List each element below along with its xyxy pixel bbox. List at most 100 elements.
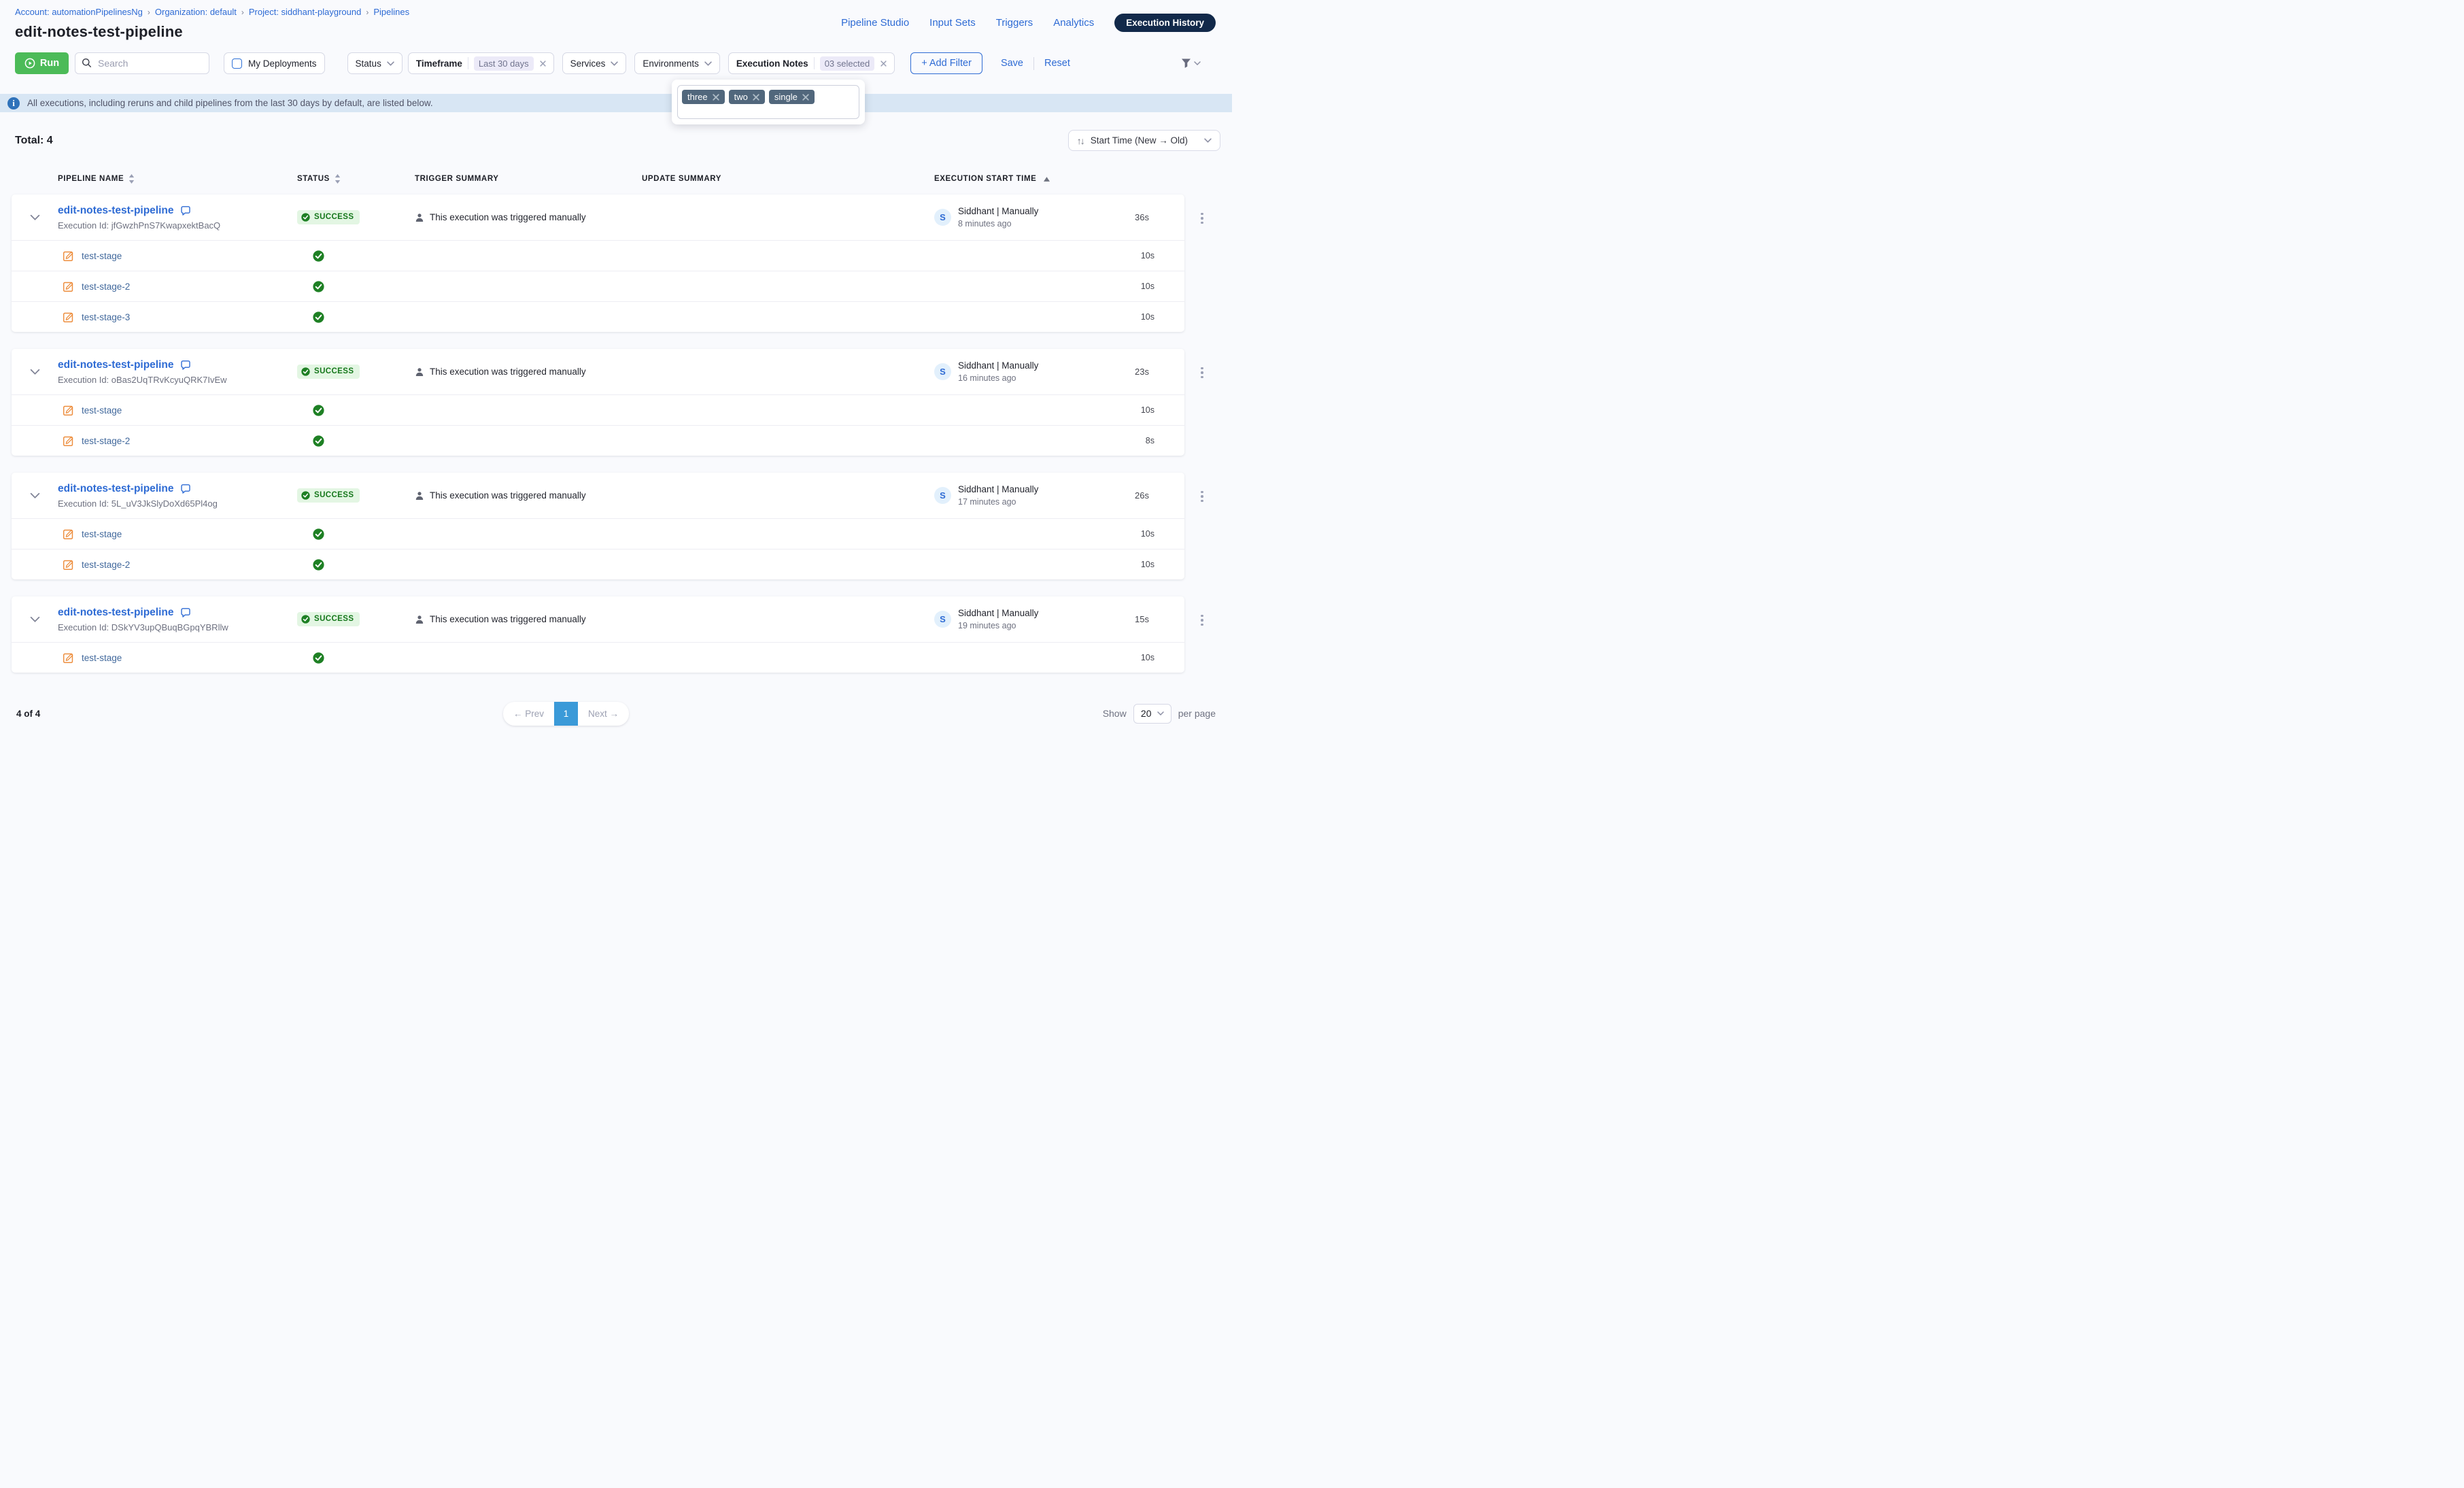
breadcrumb-account[interactable]: Account: automationPipelinesNg (15, 7, 143, 17)
tab-input-sets[interactable]: Input Sets (929, 17, 976, 29)
stage-row[interactable]: test-stage 10s (12, 642, 1184, 673)
stage-duration: 10s (1141, 560, 1184, 569)
execution-card: edit-notes-test-pipeline Execution Id: j… (12, 195, 1184, 332)
stage-name-link[interactable]: test-stage-2 (82, 560, 130, 570)
execution-card: edit-notes-test-pipeline Execution Id: D… (12, 596, 1184, 673)
stage-name-link[interactable]: test-stage (82, 251, 122, 261)
stage-row[interactable]: test-stage 10s (12, 394, 1184, 425)
header-trigger-summary: TRIGGER SUMMARY (415, 175, 642, 183)
footer: 4 of 4 ← Prev 1 Next → Show 20 per page (16, 701, 1216, 726)
close-icon[interactable] (802, 94, 809, 101)
tab-pipeline-studio[interactable]: Pipeline Studio (841, 17, 909, 29)
sort-dropdown[interactable]: ↑↓ Start Time (New → Old) (1068, 130, 1220, 151)
stage-name-link[interactable]: test-stage-2 (82, 282, 130, 292)
filter-menu-button[interactable] (1180, 58, 1201, 69)
timeframe-value: Last 30 days (474, 56, 534, 71)
row-menu-button[interactable] (1195, 365, 1210, 380)
page-number-1[interactable]: 1 (554, 702, 578, 726)
time-ago: 8 minutes ago (958, 219, 1038, 229)
row-menu-button[interactable] (1195, 211, 1210, 226)
stage-list: test-stage 10s test-stage-2 10s test-s (12, 240, 1184, 332)
comment-icon[interactable] (180, 205, 191, 216)
header-execution-start-time[interactable]: EXECUTION START TIME (934, 175, 1111, 183)
services-filter[interactable]: Services (562, 52, 627, 74)
close-icon[interactable] (880, 61, 887, 67)
row-menu-button[interactable] (1195, 613, 1210, 628)
stage-row[interactable]: test-stage-2 8s (12, 425, 1184, 456)
comment-icon[interactable] (180, 607, 191, 618)
prev-page-button[interactable]: ← Prev (503, 702, 554, 726)
breadcrumb-organization[interactable]: Organization: default (155, 7, 237, 17)
stage-name-link[interactable]: test-stage (82, 653, 122, 663)
time-ago: 19 minutes ago (958, 621, 1038, 630)
stage-row[interactable]: test-stage-2 10s (12, 271, 1184, 301)
pipeline-name-link[interactable]: edit-notes-test-pipeline (58, 483, 174, 495)
status-badge: SUCCESS (297, 365, 360, 379)
environments-filter[interactable]: Environments (634, 52, 720, 74)
stage-name-link[interactable]: test-stage (82, 529, 122, 539)
search-input[interactable] (75, 52, 209, 74)
comment-icon[interactable] (180, 484, 191, 494)
person-icon (415, 615, 424, 624)
edit-stage-icon (63, 250, 74, 262)
check-circle-icon (301, 213, 310, 222)
expand-chevron-icon[interactable] (12, 616, 58, 623)
avatar: S (934, 487, 951, 504)
person-icon (415, 213, 424, 222)
comment-icon[interactable] (180, 360, 191, 371)
breadcrumb-project[interactable]: Project: siddhant-playground (249, 7, 362, 17)
stage-name-link[interactable]: test-stage-2 (82, 436, 130, 446)
close-icon[interactable] (753, 94, 759, 101)
edit-stage-icon (63, 281, 74, 292)
sort-asc-icon (1044, 177, 1050, 182)
run-button[interactable]: Run (15, 52, 69, 74)
stage-name-link[interactable]: test-stage (82, 405, 122, 416)
expand-chevron-icon[interactable] (12, 214, 58, 221)
my-deployments-toggle[interactable]: My Deployments (224, 52, 325, 74)
check-circle-icon (313, 435, 324, 447)
result-count: 4 of 4 (16, 709, 40, 719)
timeframe-filter[interactable]: Timeframe Last 30 days (408, 52, 554, 74)
save-button[interactable]: Save (1001, 58, 1023, 69)
stage-row[interactable]: test-stage-3 10s (12, 301, 1184, 332)
close-icon[interactable] (540, 61, 546, 67)
top-bar: Account: automationPipelinesNg › Organiz… (0, 0, 1232, 41)
stage-list: test-stage 10s test-stage-2 8s (12, 394, 1184, 456)
check-circle-icon (301, 615, 310, 624)
edit-stage-icon (63, 435, 74, 447)
header-update-summary: UPDATE SUMMARY (642, 175, 934, 183)
play-icon (24, 58, 35, 69)
reset-button[interactable]: Reset (1044, 58, 1070, 69)
header-status[interactable]: STATUS (297, 174, 415, 184)
execution-notes-filter[interactable]: Execution Notes 03 selected (728, 52, 895, 74)
execution-notes-tag-input[interactable]: three two single (677, 85, 859, 119)
header-pipeline-name[interactable]: PIPELINE NAME (58, 174, 297, 184)
pipeline-name-link[interactable]: edit-notes-test-pipeline (58, 607, 174, 619)
edit-stage-icon (63, 311, 74, 323)
my-deployments-checkbox[interactable] (232, 58, 242, 69)
stage-row[interactable]: test-stage-2 10s (12, 549, 1184, 579)
stage-row[interactable]: test-stage 10s (12, 240, 1184, 271)
execution-card: edit-notes-test-pipeline Execution Id: o… (12, 349, 1184, 456)
close-icon[interactable] (713, 94, 719, 101)
add-filter-button[interactable]: + Add Filter (910, 52, 982, 74)
tab-execution-history[interactable]: Execution History (1114, 14, 1216, 32)
stage-name-link[interactable]: test-stage-3 (82, 312, 130, 322)
sort-direction-icon: ↑↓ (1077, 135, 1084, 146)
page-size-control: Show 20 per page (1103, 704, 1216, 724)
top-nav: Pipeline Studio Input Sets Triggers Anal… (841, 14, 1216, 32)
pagination: ← Prev 1 Next → (503, 702, 629, 726)
tab-triggers[interactable]: Triggers (996, 17, 1033, 29)
pipeline-name-link[interactable]: edit-notes-test-pipeline (58, 205, 174, 217)
stage-row[interactable]: test-stage 10s (12, 518, 1184, 549)
breadcrumb-pipelines[interactable]: Pipelines (373, 7, 409, 17)
next-page-button[interactable]: Next → (578, 702, 629, 726)
expand-chevron-icon[interactable] (12, 492, 58, 499)
status-filter[interactable]: Status (347, 52, 403, 74)
tab-analytics[interactable]: Analytics (1053, 17, 1094, 29)
page-size-select[interactable]: 20 (1133, 704, 1171, 724)
row-menu-button[interactable] (1195, 489, 1210, 504)
expand-chevron-icon[interactable] (12, 369, 58, 375)
pipeline-name-link[interactable]: edit-notes-test-pipeline (58, 359, 174, 371)
time-ago: 16 minutes ago (958, 373, 1038, 383)
